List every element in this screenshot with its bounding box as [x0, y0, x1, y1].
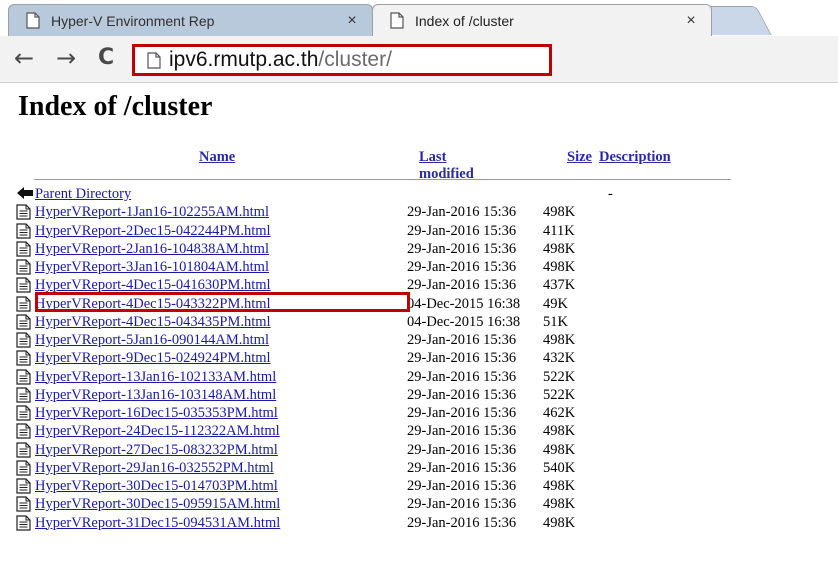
last-modified: 29-Jan-2016 15:36 [407, 204, 517, 221]
url-path: /cluster/ [318, 48, 392, 71]
file-link[interactable]: HyperVReport-1Jan16-102255AM.html [35, 204, 269, 220]
file-link[interactable]: HyperVReport-4Dec15-043435PM.html [35, 314, 271, 330]
file-icon [16, 259, 34, 275]
file-icon [16, 514, 34, 531]
file-icon [16, 277, 34, 293]
file-size: 498K [543, 423, 576, 440]
file-link[interactable]: HyperVReport-24Dec15-112322AM.html [35, 423, 280, 439]
close-icon[interactable]: × [679, 12, 703, 30]
file-icon [16, 204, 34, 220]
back-arrow-icon[interactable]: ← [14, 44, 34, 72]
last-modified: 29-Jan-2016 15:36 [407, 386, 517, 403]
file-link[interactable]: HyperVReport-29Jan16-032552PM.html [35, 460, 274, 476]
parent-directory-link[interactable]: Parent Directory [35, 186, 131, 202]
file-icon [16, 241, 34, 257]
file-size: 498K [543, 441, 576, 458]
file-size: 51K [543, 313, 568, 330]
column-name-link[interactable]: Name [199, 149, 235, 166]
file-link[interactable]: HyperVReport-3Jan16-101804AM.html [35, 259, 269, 275]
last-modified: 29-Jan-2016 15:36 [407, 222, 517, 239]
close-icon[interactable]: × [340, 12, 364, 30]
file-size: 498K [543, 514, 576, 531]
page-icon [387, 12, 407, 29]
file-link[interactable]: HyperVReport-13Jan16-102133AM.html [35, 369, 276, 385]
file-link[interactable]: HyperVReport-2Dec15-042244PM.html [35, 223, 271, 239]
tab-title: Hyper-V Environment Rep [51, 12, 215, 29]
file-link[interactable]: HyperVReport-5Jan16-090144AM.html [35, 332, 269, 348]
last-modified: 29-Jan-2016 15:36 [407, 459, 517, 476]
back-arrow-icon [16, 186, 34, 202]
file-size: 437K [543, 277, 576, 294]
file-link[interactable]: HyperVReport-30Dec15-014703PM.html [35, 478, 278, 494]
last-modified: 29-Jan-2016 15:36 [407, 277, 517, 294]
last-modified: 29-Jan-2016 15:36 [407, 478, 517, 494]
file-link[interactable]: HyperVReport-16Dec15-035353PM.html [35, 405, 278, 421]
page-icon [147, 51, 161, 69]
file-link[interactable]: HyperVReport-13Jan16-103148AM.html [35, 387, 276, 403]
file-size: 462K [543, 405, 576, 421]
file-size: 540K [543, 459, 576, 476]
last-modified: 29-Jan-2016 15:36 [407, 368, 517, 385]
column-description-link[interactable]: Description [599, 149, 671, 166]
column-size-link[interactable]: Size [567, 149, 592, 166]
last-modified: 29-Jan-2016 15:36 [407, 405, 517, 421]
file-size: 498K [543, 204, 576, 221]
file-size: 498K [543, 496, 576, 513]
file-size: 522K [543, 368, 576, 385]
last-modified: 04-Dec-2015 16:38 [407, 295, 521, 312]
file-icon [16, 368, 34, 385]
tab-index-of-cluster[interactable]: Index of /cluster × [372, 4, 712, 36]
forward-arrow-icon[interactable]: → [56, 44, 76, 72]
page-content: Index of /cluster Name Last modified Siz… [0, 83, 838, 582]
column-last-modified-link[interactable]: Last modified [419, 149, 474, 183]
last-modified: 29-Jan-2016 15:36 [407, 514, 517, 531]
last-modified: 29-Jan-2016 15:36 [407, 496, 517, 513]
file-size: 522K [543, 386, 576, 403]
file-icon [16, 314, 34, 330]
file-size: 411K [543, 222, 575, 239]
file-link[interactable]: HyperVReport-31Dec15-094531AM.html [35, 515, 280, 531]
file-icon [16, 387, 34, 403]
header-divider [34, 179, 731, 180]
last-modified: 29-Jan-2016 15:36 [407, 240, 517, 257]
file-icon [16, 222, 34, 239]
reload-icon[interactable]: C [98, 44, 114, 72]
file-icon [16, 405, 34, 421]
file-icon [16, 423, 34, 439]
last-modified: 29-Jan-2016 15:36 [407, 423, 517, 440]
last-modified: 29-Jan-2016 15:36 [407, 350, 517, 367]
tab-hyperv-report[interactable]: Hyper-V Environment Rep × [8, 4, 373, 36]
url-host: ipv6.rmutp.ac.th [169, 48, 319, 71]
file-icon [16, 460, 34, 476]
file-link[interactable]: HyperVReport-27Dec15-083232PM.html [35, 442, 278, 458]
file-link[interactable]: HyperVReport-30Dec15-095915AM.html [35, 496, 280, 512]
browser-toolbar: ← → C ipv6.rmutp.ac.th/cluster/ [0, 36, 838, 83]
page-title: Index of /cluster [18, 91, 213, 122]
page-icon [23, 12, 43, 29]
file-icon [16, 295, 34, 312]
file-size: 432K [543, 350, 576, 367]
last-modified: 04-Dec-2015 16:38 [407, 313, 521, 330]
file-size: 49K [543, 295, 568, 312]
file-icon [16, 478, 34, 494]
highlight-box [35, 292, 410, 312]
file-size: 498K [543, 478, 576, 494]
last-modified: 29-Jan-2016 15:36 [407, 332, 517, 348]
file-icon [16, 496, 34, 512]
file-icon [16, 441, 34, 458]
file-link[interactable]: HyperVReport-2Jan16-104838AM.html [35, 241, 269, 257]
file-size: 498K [543, 332, 576, 348]
file-icon [16, 332, 34, 348]
file-link[interactable]: HyperVReport-4Dec15-041630PM.html [35, 277, 271, 293]
file-link[interactable]: HyperVReport-9Dec15-024924PM.html [35, 350, 271, 366]
tab-strip: Hyper-V Environment Rep × Index of /clus… [0, 0, 838, 36]
file-size: 498K [543, 240, 576, 257]
last-modified: 29-Jan-2016 15:36 [407, 441, 517, 458]
file-size: - [608, 186, 613, 202]
file-size: 498K [543, 259, 576, 275]
address-bar[interactable]: ipv6.rmutp.ac.th/cluster/ [132, 44, 552, 76]
tab-title: Index of /cluster [415, 12, 514, 29]
file-icon [16, 350, 34, 366]
last-modified: 29-Jan-2016 15:36 [407, 259, 517, 275]
